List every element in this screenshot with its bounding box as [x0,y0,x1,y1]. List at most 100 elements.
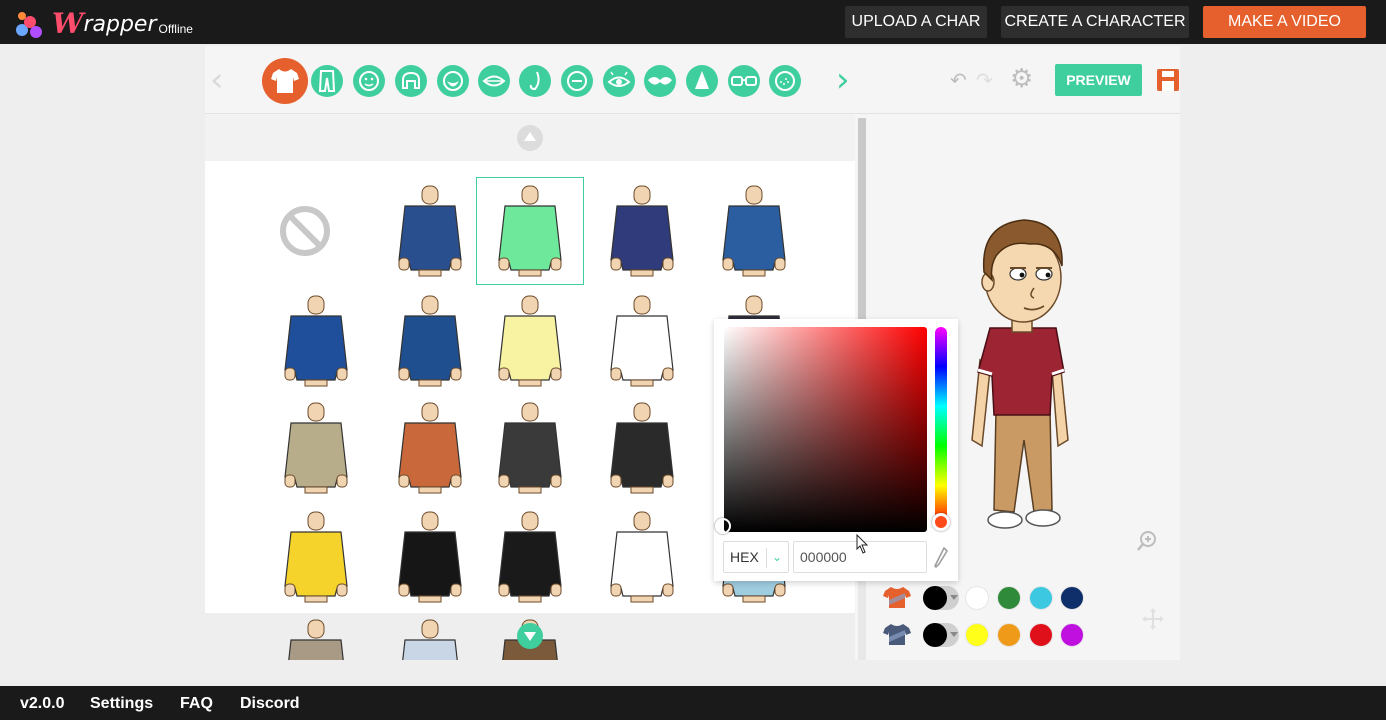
shirt-thumbnail-icon [284,295,348,387]
clothing-item-vest-gray[interactable] [263,612,369,660]
category-mask-icon[interactable] [644,65,676,97]
upload-char-button[interactable]: UPLOAD A CHAR [845,6,987,38]
category-hair-icon[interactable] [395,65,427,97]
shirt-thumbnail-icon [610,511,674,603]
shirt-thumbnail-icon [498,185,562,277]
current-color-swatch[interactable] [923,623,959,647]
category-nose-icon[interactable] [519,65,551,97]
shirt-thumbnail-icon [610,402,674,494]
color-swatch[interactable] [965,623,989,647]
color-mode-label: HEX [730,549,759,565]
shirt-icon [883,587,911,608]
color-swatch[interactable] [1060,586,1084,610]
shirt-thumbnail-icon [402,619,458,660]
clothing-item-skull-tee[interactable] [377,504,483,610]
preview-button[interactable]: PREVIEW [1055,64,1142,96]
category-pants-icon[interactable] [311,65,343,97]
shirt-thumbnail-icon [498,402,562,494]
color-swatch[interactable] [997,623,1021,647]
shirt-thumbnail-icon [288,619,344,660]
shirt-icon [883,624,911,645]
chevron-down-icon [950,632,958,637]
discord-link[interactable]: Discord [240,686,300,720]
color-swatch[interactable] [1029,586,1053,610]
current-color-dot [923,586,947,610]
scroll-up-icon[interactable] [517,125,543,151]
create-character-button[interactable]: CREATE A CHARACTER [1001,6,1189,38]
color-swatch[interactable] [997,586,1021,610]
category-mouth-icon[interactable] [478,65,510,97]
logo-letter: W [52,7,84,40]
chevron-down-icon: ⌄ [772,550,783,564]
color-mode-divider [766,548,767,568]
logo-mark-icon [14,10,52,40]
shirt-thumbnail-icon [284,402,348,494]
category-face-detail-icon[interactable] [769,65,801,97]
grid-scrollbar-thumb[interactable] [858,118,866,328]
scroll-down-icon[interactable] [517,623,543,649]
color-mode-select[interactable]: HEX ⌄ [723,541,789,573]
color-swatch[interactable] [1029,623,1053,647]
none-option-icon [280,206,330,256]
chevron-down-icon [950,595,958,600]
footer-bar: v2.0.0 Settings FAQ Discord [0,686,1386,720]
shirt-thumbnail-icon [722,185,786,277]
category-eye-icon[interactable] [603,65,635,97]
category-face-icon[interactable] [353,65,385,97]
clothing-item-camo-jacket[interactable] [263,395,369,501]
clothing-item-hoodie-blue[interactable] [701,178,807,284]
eyedropper-icon[interactable] [934,547,948,569]
clothing-item-tshirt-green[interactable] [476,177,584,285]
undo-icon[interactable]: ↶ [950,68,967,92]
category-eyebrow-icon[interactable] [561,65,593,97]
zoom-in-icon[interactable] [1136,530,1158,552]
top-bar: W rapper Offline UPLOAD A CHAR CREATE A … [0,0,1386,44]
saturation-area[interactable] [724,327,927,532]
clothing-item-none[interactable] [263,178,369,284]
color-swatch-row [883,620,1093,650]
mouse-cursor-icon [856,534,869,554]
clothing-item-tuxedo-white[interactable] [589,288,695,394]
clothing-item-blazer-dark[interactable] [477,395,583,501]
category-shirt-icon[interactable] [262,58,308,104]
hue-slider[interactable] [935,327,947,525]
clothing-item-overalls-orange[interactable] [377,395,483,501]
clothing-item-puffer-jacket[interactable] [377,288,483,394]
next-categories-arrow-icon[interactable]: › [836,60,850,100]
shirt-thumbnail-icon [498,295,562,387]
clothing-item-police-shirt[interactable] [263,288,369,394]
hue-slider-handle[interactable] [932,513,950,531]
clothing-item-leather-jacket[interactable] [477,504,583,610]
category-hat-icon[interactable] [686,65,718,97]
clothing-item-polo-blue[interactable] [377,178,483,284]
prev-categories-arrow-icon[interactable]: ‹ [210,60,224,100]
shirt-thumbnail-icon [398,402,462,494]
category-beard-icon[interactable] [437,65,469,97]
character-preview [971,219,1069,529]
clothing-item-chain-tee[interactable] [589,504,695,610]
settings-gear-icon[interactable]: ⚙ [1010,64,1033,94]
clothing-item-zombie-suit[interactable] [589,395,695,501]
clothing-item-suit-navy[interactable] [589,178,695,284]
save-icon[interactable] [1156,68,1180,92]
settings-link[interactable]: Settings [90,686,153,720]
current-color-swatch[interactable] [923,586,959,610]
version-label: v2.0.0 [20,695,65,712]
shirt-thumbnail-icon [498,511,562,603]
clothing-item-vest-blue[interactable] [377,612,483,660]
color-swatch-row [883,583,1093,613]
clothing-item-jersey-yellow[interactable] [263,504,369,610]
clothing-item-dress-shirt-yellow[interactable] [477,288,583,394]
faq-link[interactable]: FAQ [180,686,213,720]
color-swatch[interactable] [965,586,989,610]
shirt-thumbnail-icon [610,185,674,277]
move-icon[interactable] [1141,607,1165,631]
shirt-thumbnail-icon [398,295,462,387]
color-swatch[interactable] [1060,623,1084,647]
app-logo[interactable]: W rapper Offline [14,4,193,40]
shirt-thumbnail-icon [610,295,674,387]
redo-icon[interactable]: ↷ [976,68,993,92]
category-glasses-icon[interactable] [728,65,760,97]
saturation-handle[interactable] [715,518,731,534]
make-video-button[interactable]: MAKE A VIDEO [1203,6,1366,38]
